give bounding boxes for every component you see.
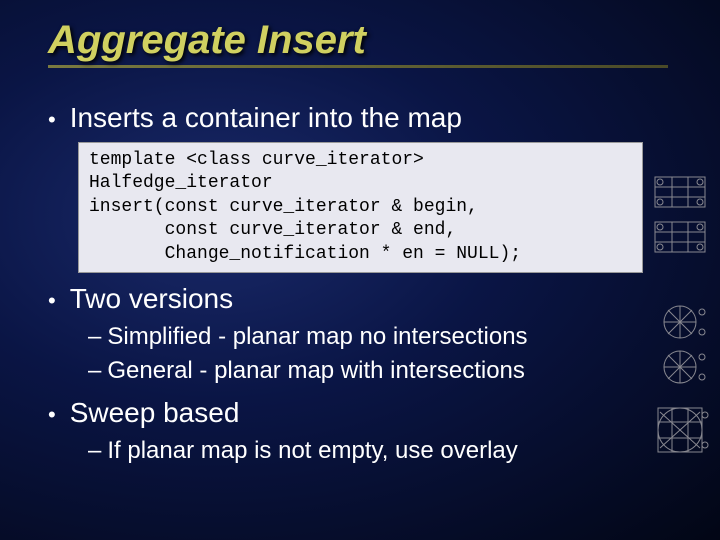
bullet-dot-icon: • — [48, 290, 56, 312]
title-underline — [48, 65, 668, 68]
bullet-text: Inserts a container into the map — [70, 102, 462, 134]
code-block: template <class curve_iterator> Halfedge… — [78, 142, 643, 273]
subbullet-simplified: –Simplified - planar map no intersection… — [88, 323, 672, 351]
slide-content: • Inserts a container into the map templ… — [0, 78, 720, 465]
bullet-dot-icon: • — [48, 404, 56, 426]
dash-icon: – — [88, 437, 101, 464]
subbullet-general: –General - planar map with intersections — [88, 357, 672, 385]
bullet-text: Sweep based — [70, 397, 240, 429]
slide-title: Aggregate Insert — [48, 18, 720, 63]
subbullet-text: If planar map is not empty, use overlay — [107, 437, 517, 464]
subbullet-overlay: –If planar map is not empty, use overlay — [88, 437, 672, 465]
bullet-dot-icon: • — [48, 109, 56, 131]
title-region: Aggregate Insert — [0, 0, 720, 78]
bullet-two-versions: • Two versions — [48, 283, 672, 315]
diagram-grid-icon — [650, 172, 710, 262]
dash-icon: – — [88, 357, 101, 384]
subbullet-text: General - planar map with intersections — [107, 357, 525, 384]
dash-icon: – — [88, 323, 101, 350]
subbullet-text: Simplified - planar map no intersections — [107, 323, 527, 350]
bullet-inserts-container: • Inserts a container into the map — [48, 102, 672, 134]
diagram-circles-icon — [650, 302, 710, 392]
bullet-text: Two versions — [70, 283, 233, 315]
bullet-sweep-based: • Sweep based — [48, 397, 672, 429]
diagram-circle-grid-icon — [650, 400, 710, 470]
